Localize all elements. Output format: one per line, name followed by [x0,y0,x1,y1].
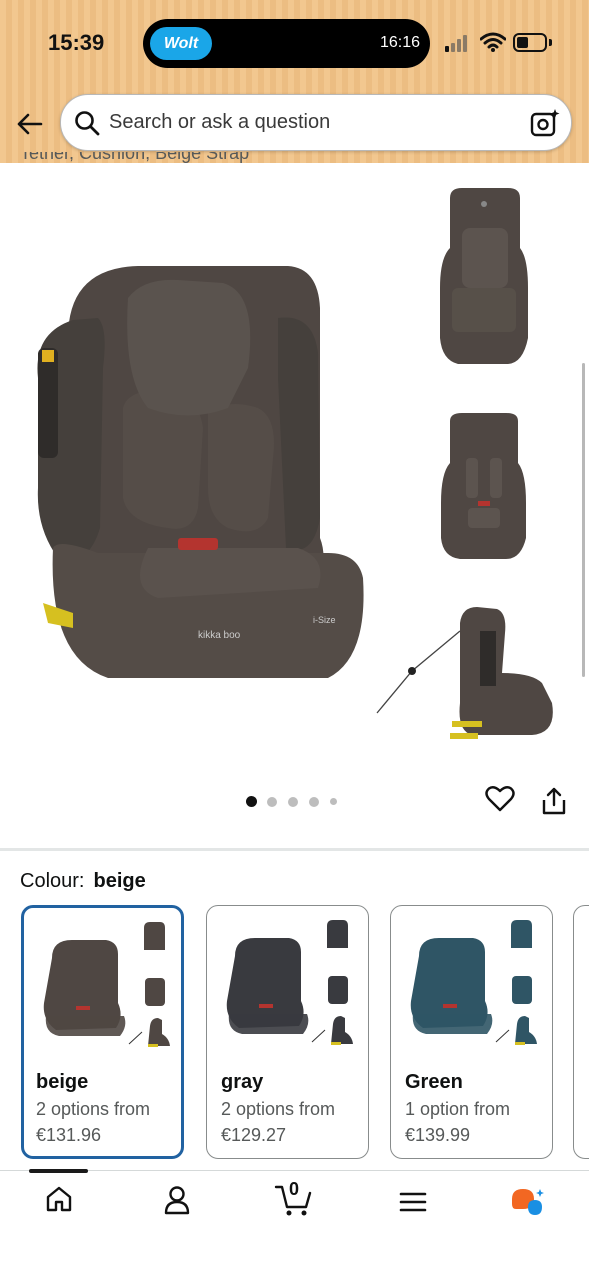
section-divider [0,848,589,851]
colour-label: Colour: beige [20,870,146,892]
home-icon[interactable] [45,1185,73,1213]
menu-icon[interactable] [399,1191,427,1213]
battery-tip [549,39,552,46]
search-input[interactable] [109,95,509,150]
pagination-dot[interactable] [267,796,277,807]
svg-text:i-Size: i-Size [313,615,336,625]
variant-thumbnail [410,920,537,1045]
search-bar[interactable] [60,94,572,151]
variant-price: €139.99 [405,1125,471,1145]
account-icon[interactable] [163,1185,191,1215]
cart-button[interactable]: 0 [274,1179,314,1217]
variant-price: €129.27 [221,1125,287,1145]
variant-swatch-beige[interactable]: beige 2 options from €131.96 [21,905,184,1159]
variant-name: gray [221,1071,264,1093]
thumbnail-scrollbar[interactable] [582,363,585,677]
variant-thumbnail [43,922,170,1047]
variant-price: €131.96 [36,1125,102,1145]
product-thumbnail-front[interactable] [438,188,530,368]
wifi-icon [480,32,506,52]
back-arrow-icon[interactable] [14,108,46,140]
camera-search-icon[interactable] [529,107,561,139]
selected-colour-value: beige [93,870,146,892]
battery-icon [513,33,547,52]
variant-name: Green [405,1071,463,1093]
svg-text:kikka boo: kikka boo [198,630,241,641]
product-main-image[interactable]: kikka boo i-Size [28,258,373,748]
app-header: 15:39 Wolt 16:16 [0,0,589,163]
variant-options: 1 option from [405,1099,511,1119]
variant-name: beige [36,1071,89,1093]
product-image-gallery[interactable]: kikka boo i-Size [0,163,589,843]
dynamic-island[interactable]: Wolt 16:16 [143,19,430,68]
product-thumbnail-seat[interactable] [438,413,530,563]
share-icon[interactable] [541,786,567,816]
product-title-cut: Tether, Cushion, Beige Strap [20,152,250,163]
wishlist-heart-icon[interactable] [485,785,515,813]
pagination-dot[interactable] [309,796,319,807]
product-thumbnail-side[interactable] [372,603,562,743]
active-tab-indicator [29,1169,88,1173]
status-time: 15:39 [48,30,105,55]
island-timer: 16:16 [379,34,420,51]
variant-thumbnail [226,920,353,1045]
pagination-dot[interactable] [246,796,257,807]
signal-icon [445,34,471,52]
ai-assistant-icon[interactable] [510,1187,548,1221]
search-icon[interactable] [74,110,100,136]
wolt-app-badge: Wolt [150,27,212,60]
variant-swatch-gray[interactable]: gray 2 options from €129.27 [206,905,369,1159]
bottom-navigation: 0 [0,1169,589,1280]
variant-swatch-green[interactable]: Green 1 option from €139.99 [390,905,553,1159]
pagination-dot[interactable] [330,798,337,805]
cart-count: 0 [289,1179,300,1199]
pagination-dot[interactable] [288,796,298,807]
variant-options: 2 options from [221,1099,336,1119]
variant-options: 2 options from [36,1099,151,1119]
variant-swatch-partial[interactable] [573,905,589,1159]
